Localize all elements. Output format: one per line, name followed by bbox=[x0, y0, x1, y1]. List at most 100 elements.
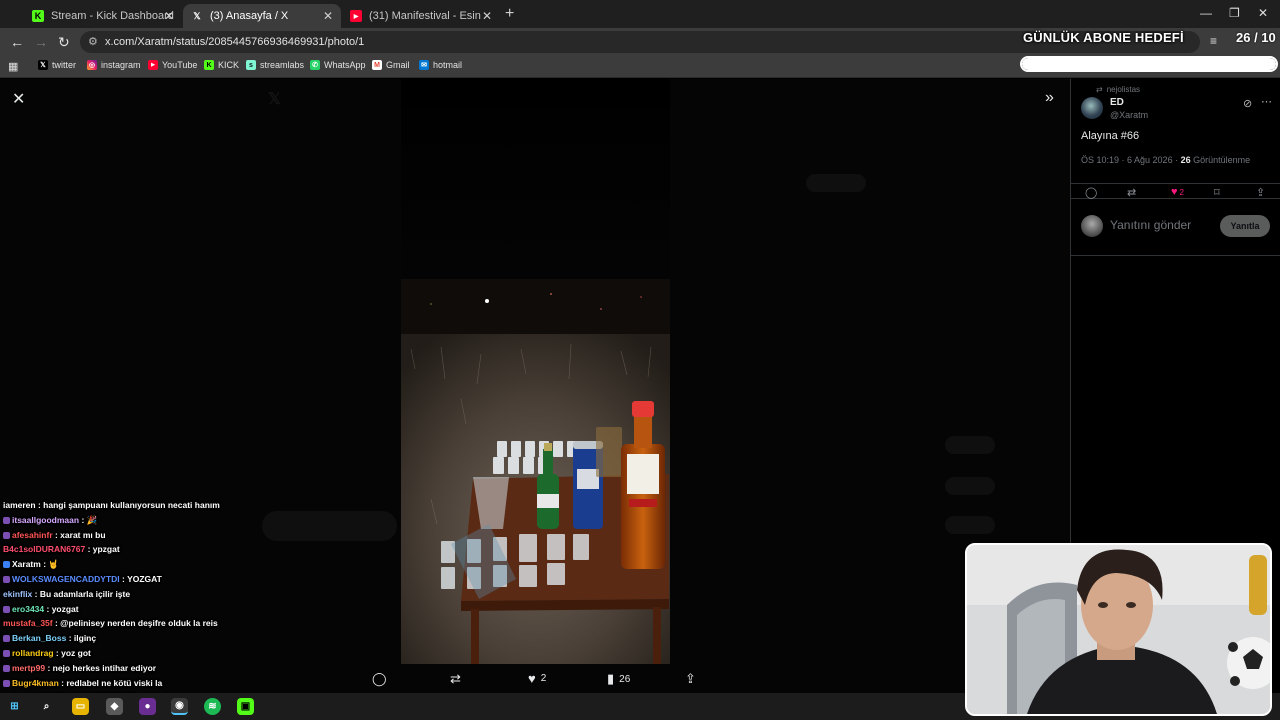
chat-username[interactable]: rollandrag bbox=[12, 648, 54, 658]
chat-message: ekinflix : Bu adamlarla içilir işte bbox=[3, 589, 130, 599]
tab-kick-dashboard[interactable]: K Stream - Kick Dashboard ✕ bbox=[24, 4, 182, 28]
heart-icon: ♥ bbox=[1171, 186, 1178, 198]
tweet-photo[interactable] bbox=[401, 79, 670, 664]
bookmark-kick[interactable]: K KICK bbox=[204, 60, 239, 70]
chrome-icon[interactable]: ◉ bbox=[171, 698, 188, 715]
spotify-icon[interactable]: ≋ bbox=[204, 698, 221, 715]
chat-username[interactable]: itsaallgoodmaan bbox=[12, 515, 79, 525]
new-tab-icon[interactable]: + bbox=[505, 5, 514, 23]
bookmark-streamlabs[interactable]: s streamlabs bbox=[246, 60, 304, 70]
chat-text: : redlabel ne kötü viski la bbox=[58, 677, 163, 688]
author-handle[interactable]: @Xaratm bbox=[1110, 110, 1148, 120]
repost-action[interactable]: ⇄ bbox=[450, 671, 466, 687]
close-viewer-icon[interactable]: ✕ bbox=[12, 89, 25, 109]
chat-text: : 🎉 bbox=[79, 514, 98, 525]
close-tab-icon[interactable]: ✕ bbox=[482, 9, 492, 23]
tab-youtube-manifestival[interactable]: ▶ (31) Manifestival - Esin Bahat İn ✕ bbox=[342, 4, 500, 28]
subscriber-badge-icon bbox=[3, 635, 10, 643]
chat-text: : nejo herkes intihar ediyor bbox=[45, 662, 157, 673]
more-options-icon[interactable]: ⋯ bbox=[1261, 95, 1272, 108]
tab-x-home[interactable]: 𝕏 (3) Anasayfa / X ✕ bbox=[183, 4, 341, 28]
bookmark-hotmail[interactable]: ✉ hotmail bbox=[419, 60, 462, 70]
tab-title: Stream - Kick Dashboard bbox=[51, 10, 174, 22]
chat-username[interactable]: afesahinfr bbox=[12, 530, 53, 540]
close-tab-icon[interactable]: ✕ bbox=[323, 9, 333, 23]
chat-username[interactable]: mertp99 bbox=[12, 663, 45, 673]
back-icon[interactable]: ← bbox=[10, 34, 24, 50]
chat-username[interactable]: Xaratm bbox=[12, 559, 41, 569]
x-logo-icon: 𝕏 bbox=[193, 10, 201, 21]
tweet-timestamp[interactable]: ÖS 10:19 · 6 Ağu 2026 · bbox=[1081, 155, 1181, 165]
author-name[interactable]: ED bbox=[1110, 97, 1124, 108]
chat-username[interactable]: B4c1solDURAN6767 bbox=[3, 544, 85, 554]
browser-tab-bar: K Stream - Kick Dashboard ✕ 𝕏 (3) Anasay… bbox=[0, 0, 1280, 28]
kick-icon: K bbox=[204, 60, 214, 70]
x-logo-icon: 𝕏 bbox=[38, 60, 48, 70]
reply-input[interactable]: Yanıtını gönder bbox=[1110, 218, 1191, 232]
view-count: 26 bbox=[619, 673, 631, 685]
bookmark-label: WhatsApp bbox=[324, 60, 366, 70]
bookmark-icon[interactable]: ⌑ bbox=[1214, 186, 1220, 199]
media-control-icon[interactable]: ≡ bbox=[1210, 34, 1217, 48]
x-logo-icon: 𝕏 bbox=[268, 91, 281, 108]
like-button[interactable]: ♥ 2 bbox=[1171, 186, 1184, 198]
chat-text: : YOZGAT bbox=[119, 574, 162, 584]
bookmark-instagram[interactable]: ◎ instagram bbox=[87, 60, 141, 70]
share-action[interactable]: ⇪ bbox=[685, 671, 701, 687]
obs-icon[interactable]: ● bbox=[139, 698, 156, 715]
minimize-icon[interactable]: — bbox=[1200, 6, 1212, 20]
close-window-icon[interactable]: ✕ bbox=[1258, 6, 1268, 20]
tweet-meta: ÖS 10:19 · 6 Ağu 2026 · 26 Görüntülenme bbox=[1081, 155, 1250, 165]
subscriber-badge-icon bbox=[3, 576, 10, 583]
follow-button-ghost bbox=[945, 477, 995, 495]
like-action[interactable]: ♥ 2 bbox=[528, 671, 546, 686]
youtube-icon: ▶ bbox=[148, 60, 158, 70]
chat-username[interactable]: Berkan_Boss bbox=[12, 633, 66, 643]
chat-text: : yoz got bbox=[53, 648, 91, 658]
tab-title: (31) Manifestival - Esin Bahat İn bbox=[369, 10, 481, 22]
chat-username[interactable]: iameren bbox=[3, 500, 36, 510]
analytics-icon: ▮ bbox=[607, 671, 615, 686]
expand-panel-icon[interactable]: » bbox=[1045, 89, 1054, 107]
follow-button-ghost bbox=[945, 436, 995, 454]
views-action[interactable]: ▮ 26 bbox=[607, 671, 630, 687]
maximize-icon[interactable]: ❐ bbox=[1229, 6, 1240, 20]
kick-app-icon[interactable]: ▣ bbox=[237, 698, 254, 715]
subscriber-badge-icon bbox=[3, 531, 10, 539]
chat-username[interactable]: Bugr4kman bbox=[12, 678, 59, 688]
repost-icon[interactable]: ⇄ bbox=[1127, 186, 1136, 199]
reload-icon[interactable]: ↻ bbox=[58, 34, 70, 51]
subscriber-badge-icon bbox=[3, 605, 10, 613]
windows-start-icon[interactable]: ⊞ bbox=[6, 698, 23, 715]
avatar[interactable] bbox=[1081, 97, 1103, 119]
close-tab-icon[interactable]: ✕ bbox=[164, 9, 174, 23]
chat-username[interactable]: ero3434 bbox=[12, 604, 44, 614]
streamlabs-icon: s bbox=[246, 60, 256, 70]
webcam-feed bbox=[965, 543, 1272, 716]
grok-icon[interactable]: ⊘ bbox=[1243, 97, 1252, 110]
chat-username[interactable]: WOLKSWAGENCADDYTDI bbox=[12, 574, 120, 584]
bookmark-whatsapp[interactable]: ✆ WhatsApp bbox=[310, 60, 366, 70]
chat-username[interactable]: mustafa_35f bbox=[3, 618, 53, 628]
bookmark-gmail[interactable]: M Gmail bbox=[372, 60, 410, 70]
apps-icon[interactable]: ▦ bbox=[8, 60, 18, 73]
chat-username[interactable]: ekinflix bbox=[3, 589, 32, 599]
bookmark-youtube[interactable]: ▶ YouTube bbox=[148, 60, 197, 70]
tab-title: (3) Anasayfa / X bbox=[210, 10, 289, 22]
bookmark-label: instagram bbox=[101, 60, 141, 70]
app-icon[interactable]: ◆ bbox=[106, 698, 123, 715]
reply-icon[interactable]: ◯ bbox=[1085, 186, 1097, 199]
bookmark-twitter[interactable]: 𝕏twitter bbox=[38, 60, 76, 70]
file-explorer-icon[interactable]: ▭ bbox=[72, 698, 89, 715]
share-icon[interactable]: ⇪ bbox=[1256, 186, 1265, 199]
goal-progress-bar bbox=[1020, 56, 1278, 72]
chat-message: Xaratm : 🤘 bbox=[3, 559, 59, 570]
chat-text: : ilginç bbox=[66, 633, 97, 644]
reply-button[interactable]: Yanıtla bbox=[1220, 215, 1270, 237]
chat-text: : ypzgat bbox=[85, 544, 120, 555]
forward-icon[interactable]: → bbox=[34, 34, 48, 50]
site-info-icon[interactable]: ⚙ bbox=[88, 31, 98, 53]
reposted-by-name[interactable]: nejolistas bbox=[1107, 85, 1140, 94]
photo-image bbox=[401, 79, 670, 664]
search-icon[interactable]: ⌕ bbox=[38, 698, 55, 715]
